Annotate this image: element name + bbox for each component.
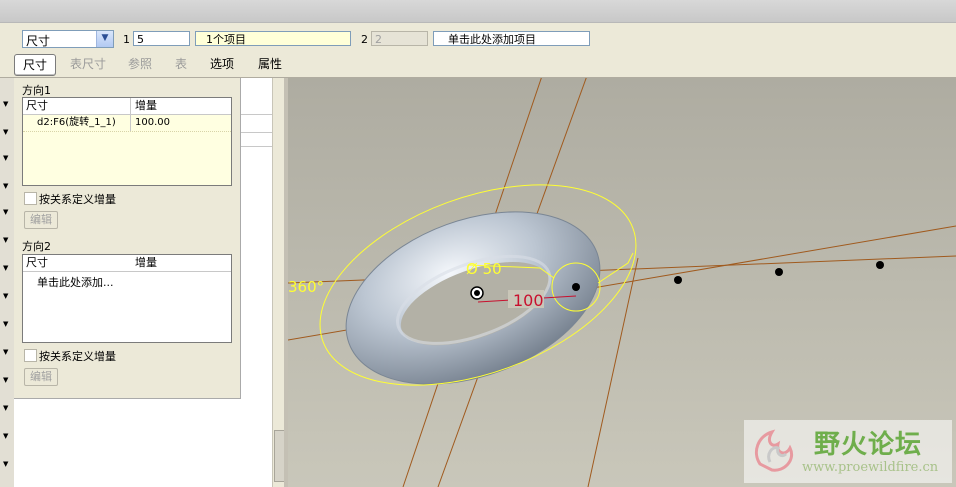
expand-arrow-icon[interactable]: ▼ [3,348,8,356]
angle-dimension-label[interactable]: 360° [288,278,324,296]
column-header-increment: 增量 [135,256,157,269]
direction2-edit-button: 编辑 [24,368,58,386]
pattern-point[interactable] [572,283,580,291]
column-header-dimension: 尺寸 [26,256,48,269]
tab-references: 参照 [127,57,152,71]
expand-arrow-icon[interactable]: ▼ [3,182,8,190]
direction2-table: 尺寸 增量 单击此处添加... [22,254,232,343]
tab-properties[interactable]: 属性 [250,54,290,74]
expand-arrow-icon[interactable]: ▼ [3,236,8,244]
expand-arrow-icon[interactable]: ▼ [3,376,8,384]
direction2-title: 方向2 [22,240,51,253]
column-header-dimension: 尺寸 [26,99,48,112]
expand-arrow-icon[interactable]: ▼ [3,460,8,468]
dashboard-toolbar: 尺寸 ▼ 1 5 1个项目 2 2 单击此处添加项目 [0,23,956,53]
origin-point-center [474,290,480,296]
direction1-relation-checkbox[interactable] [24,192,37,205]
expand-arrow-icon[interactable]: ▼ [3,128,8,136]
direction2-add-hint[interactable]: 单击此处添加... [37,274,114,290]
pattern-point[interactable] [876,261,884,269]
tab-options[interactable]: 选项 [202,54,242,74]
collector2-value-field: 2 [371,31,428,46]
expand-arrow-icon[interactable]: ▼ [3,432,8,440]
direction1-title: 方向1 [22,84,51,97]
pattern-point[interactable] [775,268,783,276]
collector1-label: 1 [123,33,130,46]
angle-leader [597,252,634,284]
forum-watermark: 野火论坛 www.proewildfire.cn [744,420,952,483]
tab-bar: 尺寸 表尺寸 参照 表 选项 属性 [0,53,956,78]
expand-arrow-icon[interactable]: ▼ [3,100,8,108]
tab-dimension[interactable]: 尺寸 [14,54,56,76]
expand-arrow-icon[interactable]: ▼ [3,320,8,328]
row-increment[interactable]: 100.00 [135,115,170,131]
spacing-dimension-label[interactable]: 100 [513,291,544,310]
flame-logo-icon [755,429,793,472]
table-row[interactable]: d2:F6(旋转_1_1) 100.00 [23,115,231,132]
collector1-value-field[interactable]: 5 [133,31,190,46]
type-select[interactable]: 尺寸 ▼ [22,30,114,48]
expand-arrow-icon[interactable]: ▼ [3,154,8,162]
collector1-items-field[interactable]: 1个项目 [195,31,351,46]
chevron-down-icon[interactable]: ▼ [96,31,113,47]
tab-table-dimension: 表尺寸 [69,57,106,71]
type-select-value: 尺寸 [26,34,51,48]
tab-table: 表 [174,57,187,71]
expand-arrow-icon[interactable]: ▼ [3,404,8,412]
column-header-increment: 增量 [135,99,157,112]
title-strip [0,0,956,23]
dimensions-panel: 方向1 尺寸 增量 d2:F6(旋转_1_1) 100.00 按关系定义增量 编… [14,78,241,399]
collector2-label: 2 [361,33,368,46]
diameter-dimension-label[interactable]: Ø 50 [466,260,502,278]
direction1-relation-label: 按关系定义增量 [39,193,116,206]
expand-arrow-icon[interactable]: ▼ [3,208,8,216]
watermark-url: www.proewildfire.cn [802,460,939,475]
expand-arrow-icon[interactable]: ▼ [3,264,8,272]
direction1-table: 尺寸 增量 d2:F6(旋转_1_1) 100.00 [22,97,232,186]
expand-arrow-icon[interactable]: ▼ [3,292,8,300]
direction2-relation-label: 按关系定义增量 [39,350,116,363]
direction2-relation-checkbox[interactable] [24,349,37,362]
row-dimension: d2:F6(旋转_1_1) [37,117,116,128]
collector2-add-field[interactable]: 单击此处添加项目 [433,31,590,46]
watermark-title: 野火论坛 [814,430,923,460]
direction1-edit-button: 编辑 [24,211,58,229]
model-tree-strip: ▼ ▼ ▼ ▼ ▼ ▼ ▼ ▼ ▼ ▼ ▼ ▼ ▼ ▼ [0,78,14,487]
pattern-point[interactable] [674,276,682,284]
